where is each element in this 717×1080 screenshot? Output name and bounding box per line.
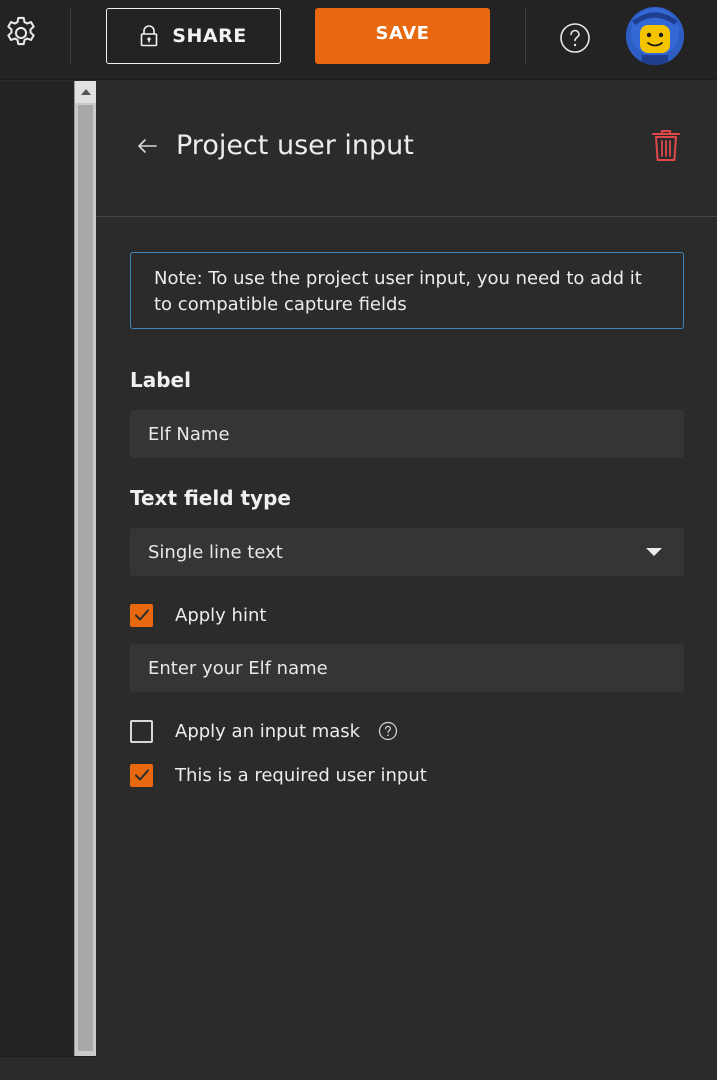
apply-input-mask-option[interactable]: Apply an input mask xyxy=(130,718,398,744)
text-field-type-select[interactable]: Single line text xyxy=(130,528,684,576)
user-input-panel: Project user input Note: To use the proj… xyxy=(96,81,717,1080)
share-button[interactable]: SHARE xyxy=(106,8,281,64)
check-icon xyxy=(134,609,149,621)
left-pane-footer xyxy=(0,1056,96,1080)
info-note: Note: To use the project user input, you… xyxy=(130,252,684,329)
scroll-up-button[interactable] xyxy=(75,81,96,103)
trash-icon[interactable] xyxy=(651,129,681,163)
label-input[interactable]: Elf Name xyxy=(130,410,684,458)
hint-input[interactable]: Enter your Elf name xyxy=(130,644,684,692)
text-field-type-value: Single line text xyxy=(148,541,283,563)
help-circle-icon[interactable] xyxy=(378,721,398,741)
vertical-scrollbar[interactable] xyxy=(74,81,96,1056)
apply-input-mask-checkbox[interactable] xyxy=(130,719,153,743)
left-pane xyxy=(0,81,74,1056)
apply-hint-option[interactable]: Apply hint xyxy=(130,602,266,628)
apply-hint-checkbox[interactable] xyxy=(130,603,153,627)
lock-icon xyxy=(140,25,158,47)
apply-input-mask-label: Apply an input mask xyxy=(175,720,361,742)
label-heading: Label xyxy=(130,368,191,392)
apply-hint-label: Apply hint xyxy=(175,604,267,626)
gear-icon[interactable] xyxy=(2,14,40,52)
required-input-label: This is a required user input xyxy=(175,764,427,786)
toolbar-divider xyxy=(70,8,71,64)
panel-header: Project user input xyxy=(96,81,717,217)
chevron-down-icon xyxy=(646,548,662,556)
avatar-image xyxy=(626,7,684,65)
required-input-option[interactable]: This is a required user input xyxy=(130,762,427,788)
user-avatar[interactable] xyxy=(626,7,684,65)
top-toolbar: SHARE SAVE xyxy=(0,0,717,80)
save-button[interactable]: SAVE xyxy=(315,8,490,64)
arrow-left-icon[interactable] xyxy=(134,133,160,159)
share-label: SHARE xyxy=(172,25,247,47)
help-circle-icon[interactable] xyxy=(559,22,591,54)
save-label: SAVE xyxy=(375,22,430,44)
text-field-type-heading: Text field type xyxy=(130,486,291,510)
check-icon xyxy=(134,769,149,781)
toolbar-divider xyxy=(525,8,526,64)
scroll-thumb[interactable] xyxy=(78,105,93,1051)
page-title: Project user input xyxy=(176,130,414,161)
required-input-checkbox[interactable] xyxy=(130,763,153,787)
caret-up-icon xyxy=(80,89,91,95)
